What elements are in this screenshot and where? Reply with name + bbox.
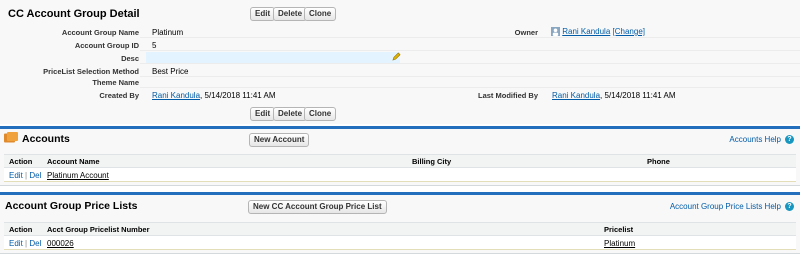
col-account-name: Account Name [47,157,100,166]
owner-change-link[interactable]: [Change] [613,27,645,36]
account-name-cell: Platinum Account [47,171,109,180]
created-by-user-link[interactable]: Rani Kandula [152,91,200,100]
price-lists-related-list: Account Group Price Lists New CC Account… [0,192,800,254]
edit-link[interactable]: Edit [9,239,23,248]
help-icon[interactable]: ? [785,202,794,212]
del-link[interactable]: Del [29,239,41,248]
last-modified-value: Rani Kandula, 5/14/2018 11:41 AM [552,91,676,100]
accounts-icon [4,132,18,143]
action-separator: | [25,239,28,248]
edit-link[interactable]: Edit [9,171,23,180]
user-icon [551,27,560,37]
price-lists-help[interactable]: Account Group Price Lists Help? [670,202,794,212]
del-link[interactable]: Del [29,171,41,180]
col-pricelist: Pricelist [604,225,634,234]
accounts-help-link[interactable]: Accounts Help [729,135,781,144]
field-row-id: Account Group ID 5 [0,38,800,51]
accounts-title: Accounts [22,133,70,145]
field-row-created: Created By Rani Kandula, 5/14/2018 11:41… [0,88,800,101]
page-title: CC Account Group Detail [8,8,140,20]
price-lists-table-header: Action Acct Group Pricelist Number Price… [4,222,796,236]
account-group-detail: CC Account Group Detail Edit Delete Clon… [0,0,800,124]
account-group-name-label: Account Group Name [61,28,139,37]
created-by-label: Created By [99,91,139,100]
account-group-id-label: Account Group ID [74,41,139,50]
owner-label: Owner [514,28,538,37]
desc-field[interactable] [146,52,400,63]
owner-value: Rani Kandula [Change] [551,27,645,37]
col-phone: Phone [647,157,670,166]
owner-user-link[interactable]: Rani Kandula [562,27,610,36]
accounts-related-list: Accounts New Account Accounts Help? Acti… [0,126,800,186]
accounts-help[interactable]: Accounts Help? [729,135,794,145]
modified-by-user-link[interactable]: Rani Kandula [552,91,600,100]
theme-name-label: Theme Name [92,78,139,87]
modified-date: , 5/14/2018 11:41 AM [600,91,676,100]
last-modified-label: Last Modified By [477,91,538,100]
edit-button-bottom[interactable]: Edit [250,107,276,121]
created-by-value: Rani Kandula, 5/14/2018 11:41 AM [152,91,276,100]
field-row-name: Account Group Name Platinum Owner Rani K… [0,25,800,38]
table-row: Edit | Del Platinum Account [4,168,796,182]
row-actions: Edit | Del [9,171,41,180]
account-group-id-value: 5 [152,41,157,50]
col-billing-city: Billing City [412,157,452,166]
edit-button[interactable]: Edit [250,7,276,21]
pencil-icon[interactable] [392,52,401,63]
desc-label: Desc [121,54,139,63]
pricelist-cell: Platinum [604,239,635,248]
created-date: , 5/14/2018 11:41 AM [200,91,276,100]
clone-button-bottom[interactable]: Clone [304,107,337,121]
delete-button-bottom[interactable]: Delete [273,107,308,121]
new-account-button[interactable]: New Account [249,133,310,147]
col-action: Action [9,225,33,234]
pricelist-number-link[interactable]: 000026 [47,239,74,248]
new-price-list-button[interactable]: New CC Account Group Price List [248,200,387,214]
pricelist-link[interactable]: Platinum [604,239,635,248]
delete-button[interactable]: Delete [273,7,308,21]
price-lists-help-link[interactable]: Account Group Price Lists Help [670,202,781,211]
pricelist-number-cell: 000026 [47,239,74,248]
col-action: Action [9,157,33,166]
price-lists-title: Account Group Price Lists [5,200,138,212]
col-pricelist-number: Acct Group Pricelist Number [47,225,150,234]
account-group-name-value: Platinum [152,28,184,37]
account-name-link[interactable]: Platinum Account [47,171,109,180]
action-separator: | [25,171,28,180]
row-actions: Edit | Del [9,239,41,248]
clone-button[interactable]: Clone [304,7,337,21]
field-row-theme: Theme Name [0,75,800,88]
help-icon[interactable]: ? [785,135,794,145]
accounts-table-header: Action Account Name Billing City Phone [4,154,796,168]
table-row: Edit | Del 000026 Platinum [4,236,796,250]
